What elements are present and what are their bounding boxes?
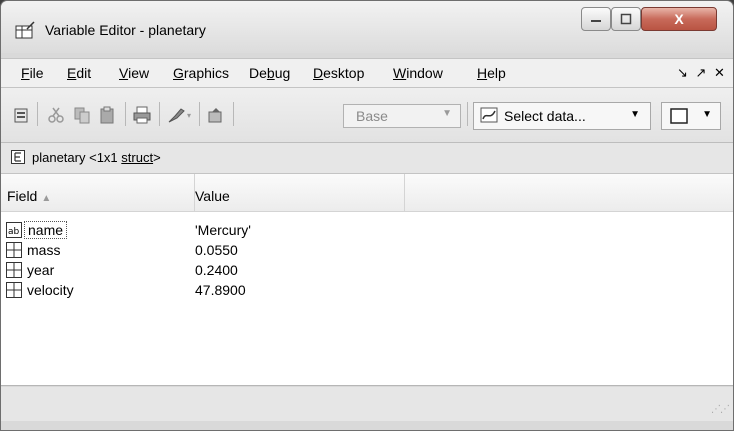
variable-editor-icon — [15, 21, 35, 39]
minimize-icon — [591, 20, 601, 22]
toolbar-separator — [159, 102, 160, 126]
maximize-button[interactable] — [611, 7, 641, 31]
window-title: Variable Editor - planetary — [45, 22, 206, 38]
field-name[interactable]: velocity — [27, 282, 74, 298]
table-header: Field ▲ Value — [1, 174, 733, 212]
struct-icon — [11, 150, 25, 164]
field-name[interactable]: mass — [27, 242, 60, 258]
sort-ascending-icon: ▲ — [41, 193, 52, 204]
column-header-empty — [405, 174, 733, 211]
menu-edit[interactable]: Edit — [67, 65, 91, 81]
table-row[interactable]: year 0.2400 — [1, 260, 733, 280]
variable-path: planetary <1x1 struct> — [32, 150, 161, 165]
plot-selector-icon — [670, 108, 688, 124]
field-value[interactable]: 0.2400 — [195, 262, 238, 278]
toolbar-separator — [467, 102, 468, 126]
menu-window[interactable]: Window — [393, 65, 443, 81]
paste-icon[interactable] — [99, 106, 117, 124]
maximize-icon — [620, 13, 632, 25]
variable-editor-window: Variable Editor - planetary X File Edit … — [0, 0, 734, 431]
menu-help[interactable]: Help — [477, 65, 506, 81]
variable-path-bar: planetary <1x1 struct> — [1, 143, 733, 174]
struct-link[interactable]: struct — [121, 150, 153, 165]
toolbar: ▾ Base ▼ Select data... ▼ ▼ — [1, 88, 733, 143]
table-row[interactable]: mass 0.0550 — [1, 240, 733, 260]
field-value[interactable]: 47.8900 — [195, 282, 246, 298]
chevron-down-icon: ▼ — [702, 109, 712, 120]
title-bar: Variable Editor - planetary X — [1, 1, 733, 53]
menu-file[interactable]: File — [21, 65, 44, 81]
char-array-icon: ab — [6, 222, 22, 238]
menu-debug[interactable]: Debug — [249, 65, 290, 81]
field-value[interactable]: 0.0550 — [195, 242, 238, 258]
numeric-array-icon — [6, 282, 22, 298]
chevron-down-icon: ▼ — [442, 108, 452, 119]
menu-graphics[interactable]: Graphics — [173, 65, 229, 81]
copy-icon[interactable] — [73, 106, 91, 124]
menu-desktop[interactable]: Desktop — [313, 65, 364, 81]
toolbar-separator — [199, 102, 200, 126]
table-row[interactable]: ab name 'Mercury' — [1, 220, 733, 240]
svg-text:ab: ab — [8, 227, 20, 237]
toolbar-separator — [37, 102, 38, 126]
column-header-value[interactable]: Value — [195, 174, 405, 211]
menu-bar: File Edit View Graphics Debug Desktop Wi… — [1, 58, 733, 88]
brush-icon[interactable]: ▾ — [167, 106, 195, 124]
resize-grip-icon[interactable]: ⋰⋰ — [711, 404, 730, 415]
dock-undock-controls[interactable]: ↘ ↗ ✕ — [677, 65, 727, 81]
print-icon[interactable] — [133, 106, 151, 124]
numeric-array-icon — [6, 242, 22, 258]
svg-text:▾: ▾ — [187, 111, 191, 120]
select-data-button[interactable]: Select data... ▼ — [473, 102, 651, 130]
struct-field-table: Field ▲ Value ab name 'Mercury' mass 0.05… — [1, 174, 733, 386]
numeric-array-icon — [6, 262, 22, 278]
column-header-field[interactable]: Field ▲ — [1, 174, 195, 211]
cut-icon[interactable] — [47, 106, 65, 124]
minimize-button[interactable] — [581, 7, 611, 31]
parent-folder-icon[interactable] — [207, 106, 225, 124]
close-icon: X — [674, 11, 684, 27]
base-dropdown[interactable]: Base ▼ — [343, 104, 461, 128]
plot-data-icon — [480, 107, 498, 123]
status-bar: ⋰⋰ — [1, 387, 733, 421]
field-name[interactable]: name — [23, 221, 68, 239]
plot-selector-button[interactable]: ▼ — [661, 102, 721, 130]
field-name[interactable]: year — [27, 262, 54, 278]
toolbar-separator — [233, 102, 234, 126]
close-button[interactable]: X — [641, 7, 717, 31]
menu-view[interactable]: View — [119, 65, 149, 81]
field-value[interactable]: 'Mercury' — [195, 222, 251, 238]
chevron-down-icon: ▼ — [630, 109, 640, 120]
select-data-label: Select data... — [504, 108, 586, 124]
table-row[interactable]: velocity 47.8900 — [1, 280, 733, 300]
new-variable-icon[interactable] — [13, 106, 31, 124]
toolbar-separator — [125, 102, 126, 126]
base-dropdown-value: Base — [356, 108, 388, 124]
